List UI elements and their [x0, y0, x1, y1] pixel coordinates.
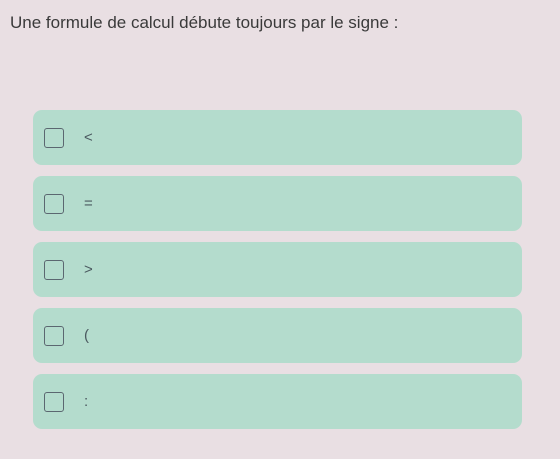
option-greater-than[interactable]: > [33, 242, 522, 297]
option-label: ( [84, 327, 89, 344]
option-equals[interactable]: = [33, 176, 522, 231]
option-label: = [84, 195, 93, 212]
option-label: : [84, 393, 89, 410]
option-label: < [84, 129, 93, 146]
checkbox[interactable] [44, 127, 64, 148]
option-open-parenthesis[interactable]: ( [33, 308, 522, 363]
question-text: Une formule de calcul débute toujours pa… [10, 13, 399, 32]
option-colon[interactable]: : [33, 374, 522, 429]
checkbox[interactable] [44, 259, 64, 280]
checkbox[interactable] [44, 193, 64, 214]
checkbox[interactable] [44, 325, 64, 346]
option-label: > [84, 261, 93, 278]
checkbox[interactable] [44, 391, 64, 412]
option-less-than[interactable]: < [33, 110, 522, 165]
answer-options: < = > ( : [33, 110, 522, 440]
